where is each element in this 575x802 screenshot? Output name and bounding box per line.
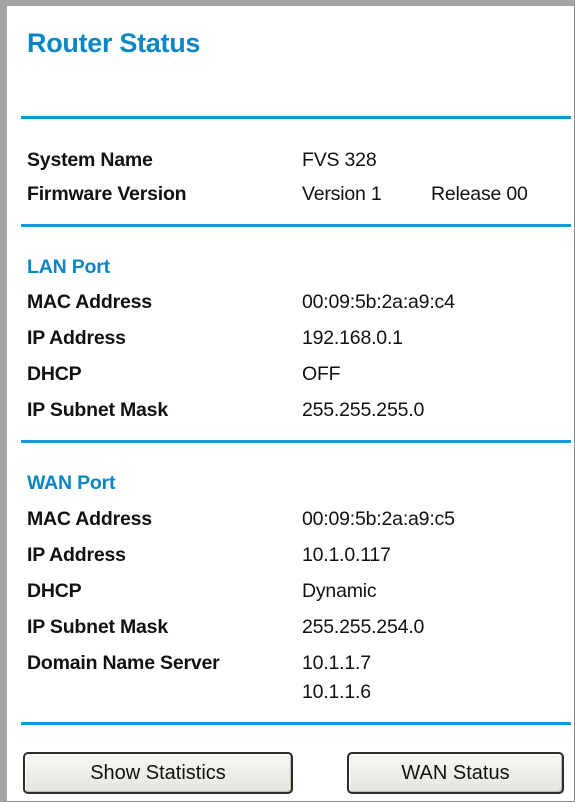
divider-top (21, 116, 571, 119)
wan-dhcp-label: DHCP (27, 580, 82, 602)
dns-secondary-value: 10.1.1.6 (302, 681, 371, 703)
lan-dhcp-label: DHCP (27, 363, 82, 385)
wan-status-button[interactable]: WAN Status (347, 752, 564, 794)
dns-label: Domain Name Server (27, 652, 220, 674)
lan-dhcp-value: OFF (302, 363, 341, 385)
lan-mac-label: MAC Address (27, 291, 152, 313)
firmware-release-value: Release 00 (431, 183, 528, 205)
wan-subnet-mask-value: 255.255.254.0 (302, 616, 425, 638)
wan-ip-label: IP Address (27, 544, 126, 566)
wan-ip-value: 10.1.0.117 (302, 544, 391, 566)
divider-bottom (21, 722, 571, 725)
firmware-version-label: Firmware Version (27, 183, 187, 205)
system-name-label: System Name (27, 149, 153, 171)
divider-lan (21, 224, 571, 227)
wan-port-heading: WAN Port (27, 472, 116, 494)
firmware-version-value: Version 1 (302, 183, 382, 205)
lan-mac-value: 00:09:5b:2a:a9:c4 (302, 291, 455, 313)
lan-ip-label: IP Address (27, 327, 126, 349)
router-status-panel: Router Status System Name FVS 328 Firmwa… (0, 0, 575, 802)
wan-mac-value: 00:09:5b:2a:a9:c5 (302, 508, 455, 530)
wan-mac-label: MAC Address (27, 508, 152, 530)
wan-dhcp-value: Dynamic (302, 580, 377, 602)
dns-primary-value: 10.1.1.7 (302, 652, 371, 674)
lan-ip-value: 192.168.0.1 (302, 327, 403, 349)
show-statistics-button[interactable]: Show Statistics (23, 752, 293, 794)
page-title: Router Status (27, 28, 201, 58)
lan-subnet-mask-label: IP Subnet Mask (27, 399, 168, 421)
lan-subnet-mask-value: 255.255.255.0 (302, 399, 425, 421)
lan-port-heading: LAN Port (27, 256, 110, 278)
wan-subnet-mask-label: IP Subnet Mask (27, 616, 168, 638)
divider-wan (21, 440, 571, 443)
system-name-value: FVS 328 (302, 149, 377, 171)
